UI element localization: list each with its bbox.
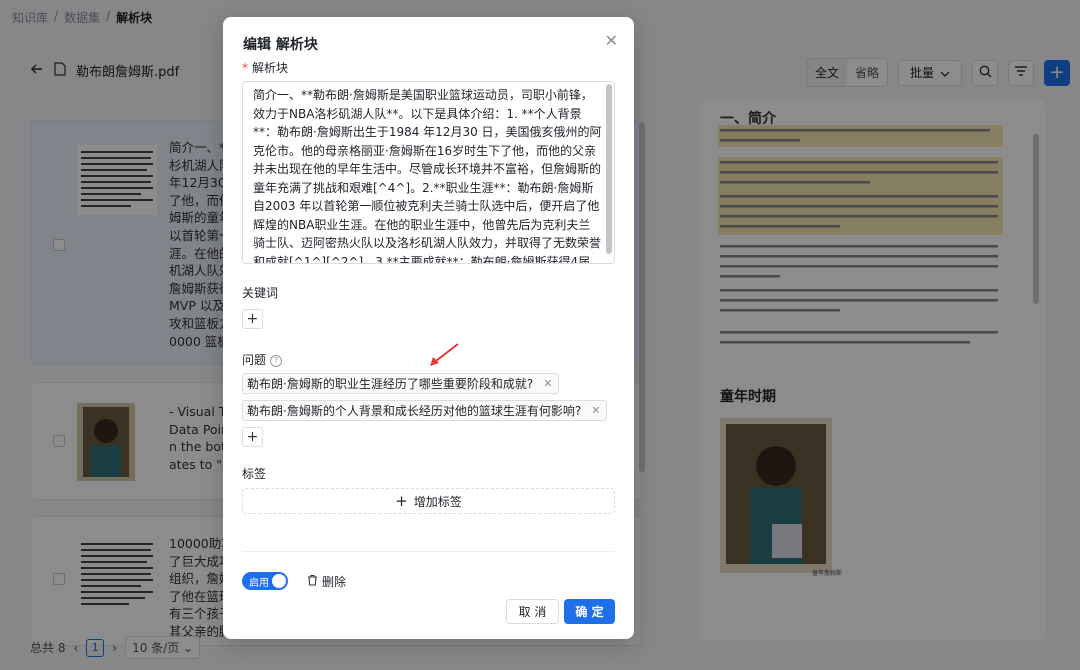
question-tag: 勒布朗·詹姆斯的个人背景和成长经历对他的篮球生涯有何影响? ✕ xyxy=(242,400,608,421)
add-question-button[interactable]: + xyxy=(242,427,263,447)
plus-icon: + xyxy=(395,492,408,510)
add-keyword-button[interactable]: + xyxy=(242,309,263,329)
add-tag-button[interactable]: + 增加标签 xyxy=(242,488,615,514)
questions-label: 问题? xyxy=(242,351,283,368)
textarea-scrollbar[interactable] xyxy=(606,84,612,254)
question-tag: 勒布朗·詹姆斯的职业生涯经历了哪些重要阶段和成就? ✕ xyxy=(242,373,560,394)
trash-icon xyxy=(307,574,318,589)
keywords-label: 关键词 xyxy=(242,286,279,300)
delete-button[interactable]: 删除 xyxy=(307,573,346,590)
edit-chunk-modal: 编辑 解析块 ✕ * 解析块 简介一、**勒布朗·詹姆斯是美国职业篮球运动员，司职… xyxy=(223,17,634,639)
annotation-arrow-icon xyxy=(430,343,459,366)
divider xyxy=(242,551,615,552)
confirm-button[interactable]: 确 定 xyxy=(564,599,615,624)
cancel-button[interactable]: 取 消 xyxy=(506,599,559,624)
content-label: * 解析块 xyxy=(242,61,289,75)
content-textarea[interactable]: 简介一、**勒布朗·詹姆斯是美国职业篮球运动员，司职小前锋，效力于NBA洛杉矶湖… xyxy=(242,81,615,264)
enable-toggle[interactable]: 启用 xyxy=(242,572,288,590)
toggle-knob xyxy=(272,574,286,588)
remove-question-icon[interactable]: ✕ xyxy=(591,404,600,417)
modal-title: 编辑 解析块 xyxy=(243,37,318,53)
tags-label: 标签 xyxy=(242,467,267,481)
close-icon[interactable]: ✕ xyxy=(605,31,618,50)
help-icon[interactable]: ? xyxy=(270,354,283,367)
remove-question-icon[interactable]: ✕ xyxy=(543,377,552,390)
